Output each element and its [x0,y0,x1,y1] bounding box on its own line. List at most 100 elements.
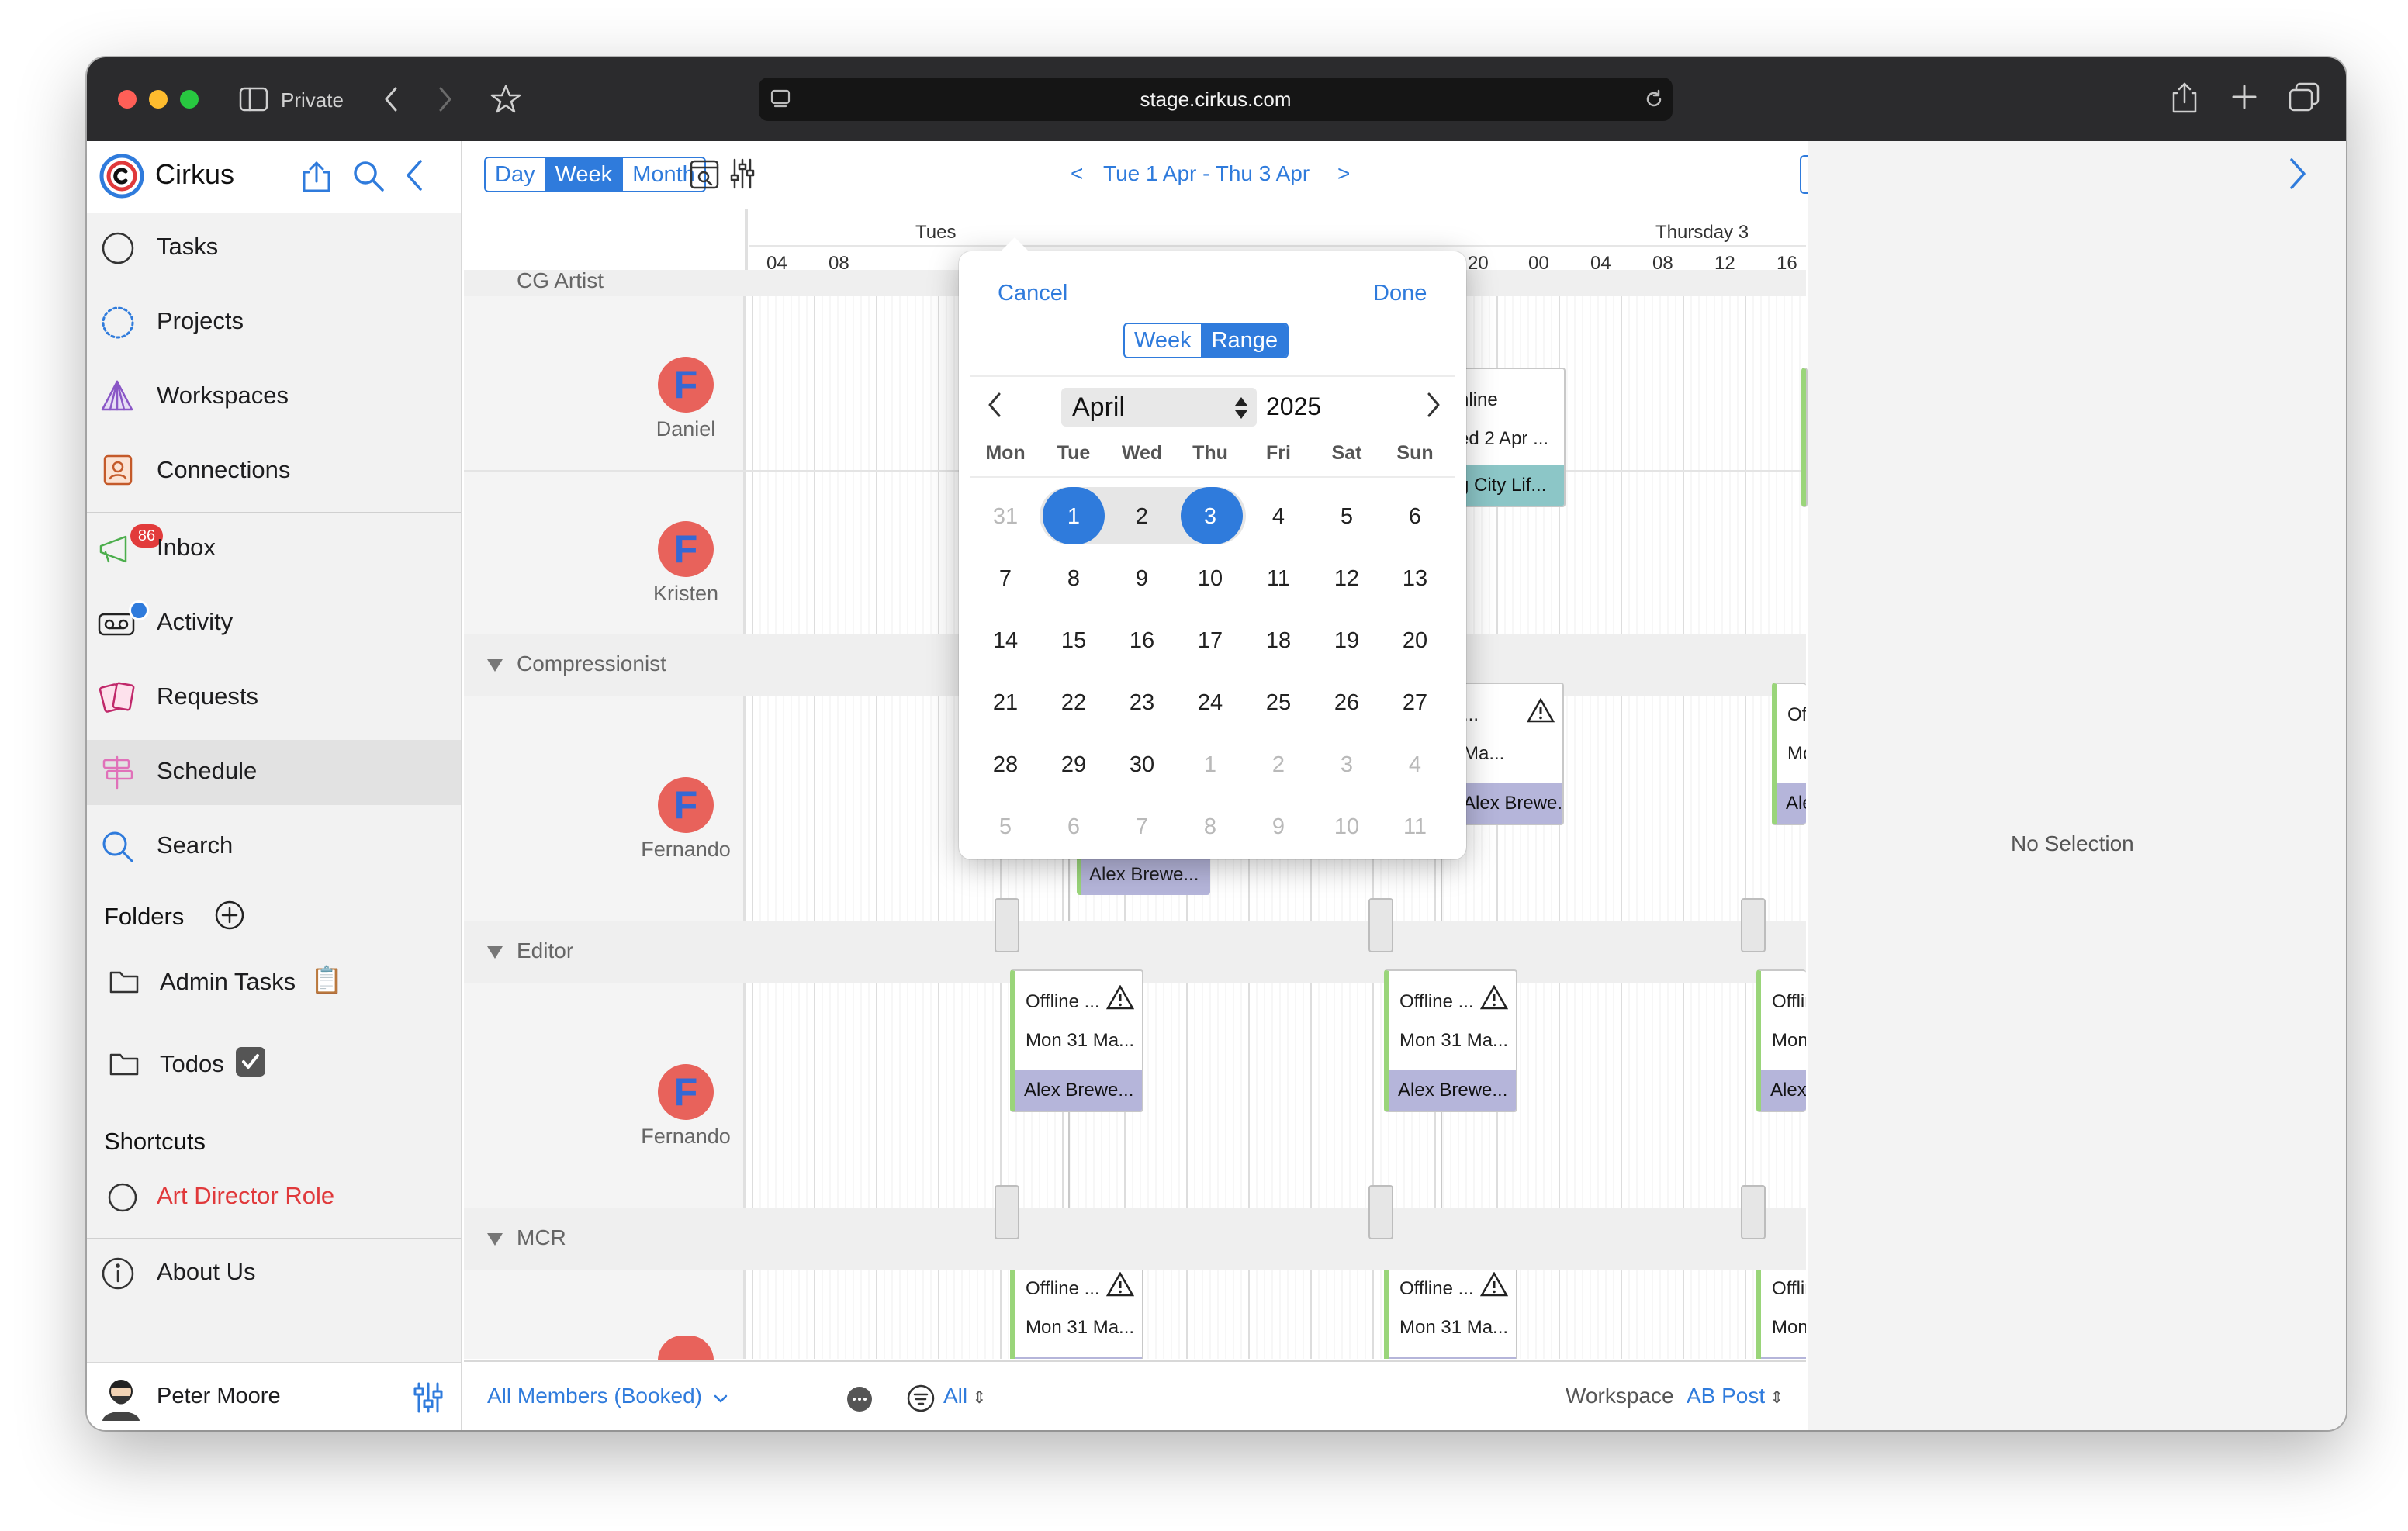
sidebar-item-workspaces[interactable]: Workspaces [87,365,461,430]
drag-handle[interactable] [1368,898,1393,952]
next-month-icon[interactable] [1424,391,1441,419]
previous-month-icon[interactable] [987,391,1004,419]
calendar-day[interactable]: 29 [1043,735,1105,794]
event-card-offline-thu[interactable]: Offline ... Mon 31 Ma... Alex Brewe.. [1772,683,1806,825]
calendar-day[interactable]: 19 [1316,611,1378,670]
sidebar-item-tasks[interactable]: Tasks [87,216,461,281]
calendar-day[interactable]: 10 [1179,549,1241,608]
event-card-offline[interactable]: Offline ... Mon 31 Ma... Alex Brewe... [1010,1270,1143,1359]
event-card-offline[interactable]: Offline ... Mon 31 Ma... Alex Brewe... [1384,1270,1517,1359]
calendar-day[interactable]: 4 [1247,487,1310,546]
view-day-button[interactable]: Day [486,158,545,191]
sidebar-item-projects[interactable]: Projects [87,290,461,355]
disclosure-triangle-icon[interactable] [486,945,504,960]
sidebar-item-connections[interactable]: Connections [87,439,461,504]
calendar-day[interactable]: 7 [974,549,1036,608]
calendar-day[interactable]: 17 [1179,611,1241,670]
minimize-window-button[interactable] [149,90,168,109]
disclosure-triangle-icon[interactable] [486,1232,504,1247]
sidebar-item-about[interactable]: About Us [87,1241,461,1306]
folder-item-admin-tasks[interactable]: Admin Tasks 📋 [87,951,461,1013]
share-icon[interactable] [2171,81,2199,115]
mode-week-button[interactable]: Week [1125,324,1201,357]
calendar-day[interactable]: 13 [1384,549,1446,608]
calendar-day[interactable]: 28 [974,735,1036,794]
sidebar-item-schedule[interactable]: Schedule [87,740,461,805]
back-icon[interactable] [382,85,400,113]
calendar-day[interactable]: 11 [1247,549,1310,608]
drag-handle[interactable] [995,898,1019,952]
sidebar-toggle-icon[interactable] [239,87,268,112]
list-filter-icon[interactable] [906,1384,936,1413]
calendar-day[interactable]: 30 [1111,735,1173,794]
event-card-online-thu-edge[interactable] [1801,368,1808,507]
calendar-day[interactable]: 15 [1043,611,1105,670]
calendar-day[interactable]: 3 [1179,487,1241,546]
calendar-day[interactable]: 18 [1247,611,1310,670]
zoom-window-button[interactable] [180,90,199,109]
sidebar-user-footer[interactable]: Peter Moore [87,1362,461,1430]
calendar-day[interactable]: 10 [1316,797,1378,856]
calendar-day[interactable]: 22 [1043,673,1105,732]
event-card-offline-thu[interactable]: Offline ... Mon 31 Ma... Alex Brewe.. [1756,1270,1806,1359]
calendar-day[interactable]: 14 [974,611,1036,670]
filter-sliders-icon[interactable] [729,157,756,191]
disclosure-triangle-icon[interactable] [486,658,504,673]
calendar-day[interactable]: 31 [974,487,1036,546]
calendar-day[interactable]: 1 [1179,735,1241,794]
reload-icon[interactable] [1643,88,1665,110]
members-filter[interactable]: All Members (Booked) [487,1384,728,1408]
cancel-button[interactable]: Cancel [998,281,1067,306]
drag-handle[interactable] [1741,898,1766,952]
sidebar-item-requests[interactable]: Requests [87,665,461,731]
calendar-day[interactable]: 23 [1111,673,1173,732]
workspace-selector[interactable]: AB Post ⇕ [1687,1384,1784,1408]
expand-panel-icon[interactable] [2287,157,2309,191]
more-options-icon[interactable] [847,1387,872,1412]
shortcut-art-director-role[interactable]: Art Director Role [87,1165,461,1230]
calendar-day[interactable]: 27 [1384,673,1446,732]
calendar-day[interactable]: 8 [1043,549,1105,608]
forward-icon[interactable] [436,85,455,113]
calendar-day[interactable]: 2 [1247,735,1310,794]
calendar-day[interactable]: 6 [1043,797,1105,856]
close-window-button[interactable] [118,90,137,109]
calendar-day[interactable]: 5 [1316,487,1378,546]
calendar-day[interactable]: 4 [1384,735,1446,794]
address-bar[interactable]: stage.cirkus.com [759,78,1673,121]
range-next-button[interactable]: > [1337,161,1350,186]
event-card-offline-thu[interactable]: Offline ... Mon 31 Ma... Alex Brewe.. [1756,969,1806,1112]
mode-range-button[interactable]: Range [1200,324,1288,357]
calendar-day[interactable]: 16 [1111,611,1173,670]
collapse-sidebar-icon[interactable] [403,158,425,192]
all-filter[interactable]: All ⇕ [943,1384,987,1408]
month-select[interactable]: April [1061,388,1257,427]
group-mcr[interactable]: MCR [464,1208,1806,1270]
event-card-offline[interactable]: ... Ma... Alex Brewe... [1455,683,1564,825]
settings-sliders-icon[interactable] [413,1381,444,1415]
calendar-day[interactable]: 9 [1247,797,1310,856]
tab-overview-icon[interactable] [2289,82,2320,112]
calendar-day[interactable]: 11 [1384,797,1446,856]
add-folder-icon[interactable] [214,900,245,931]
date-range-label[interactable]: Tue 1 Apr - Thu 3 Apr [1103,161,1310,186]
event-card-offline[interactable]: Offline ... Mon 31 Ma... Alex Brewe... [1010,969,1143,1112]
calendar-day[interactable]: 3 [1316,735,1378,794]
range-prev-button[interactable]: < [1071,161,1083,186]
done-button[interactable]: Done [1373,281,1427,306]
view-segmented-control[interactable]: Day Week Month [484,157,706,192]
event-card-offline[interactable]: Offline ... Mon 31 Ma... Alex Brewe... [1384,969,1517,1112]
picker-mode-control[interactable]: Week Range [1123,323,1289,358]
new-tab-icon[interactable] [2231,84,2258,110]
event-card-online[interactable]: nline ed 2 Apr ... g City Lif... [1455,368,1566,507]
sidebar-item-search[interactable]: Search [87,814,461,880]
calendar-day[interactable]: 7 [1111,797,1173,856]
calendar-day[interactable]: 1 [1043,487,1105,546]
year-label[interactable]: 2025 [1266,392,1321,421]
sidebar-item-activity[interactable]: Activity [87,591,461,656]
search-icon[interactable] [352,160,385,192]
sidebar-item-inbox[interactable]: 86 Inbox [87,517,461,582]
drag-handle[interactable] [1741,1185,1766,1239]
event-card-offline-tail[interactable]: Alex Brewe... [1077,855,1210,895]
bookmark-star-icon[interactable] [490,84,521,115]
